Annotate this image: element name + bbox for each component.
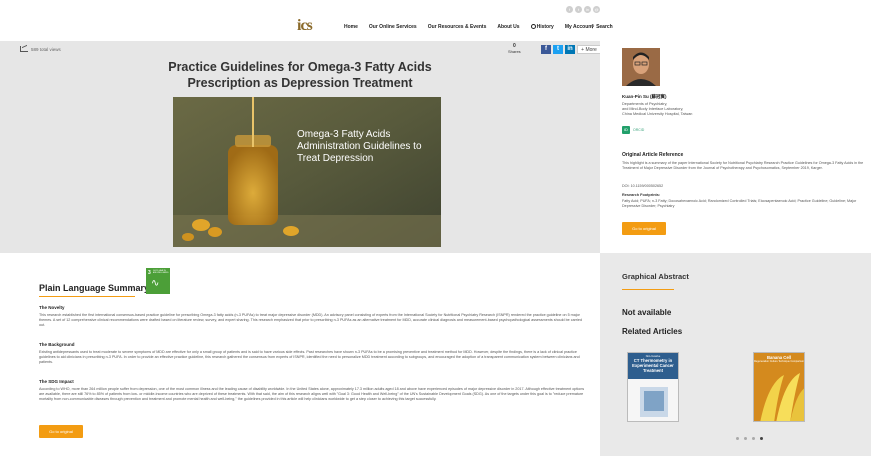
site-logo[interactable]: ics bbox=[297, 18, 331, 38]
nav-online-services[interactable]: Our Online Services bbox=[369, 24, 417, 30]
search-label: Search bbox=[596, 24, 613, 30]
title-underline bbox=[39, 296, 135, 297]
go-to-original-button-bottom[interactable]: Go to original bbox=[39, 425, 83, 438]
go-to-original-button[interactable]: Go to original bbox=[622, 222, 666, 235]
related-articles-title: Related Articles bbox=[622, 327, 683, 336]
carousel-dot[interactable] bbox=[752, 437, 755, 440]
novelty-heading: The Novelty bbox=[39, 305, 65, 310]
nav-about-us[interactable]: About Us bbox=[497, 24, 519, 30]
book-title-text: CT Thermometry in Experimental Cancer Tr… bbox=[632, 358, 674, 373]
share-count-label: Shares bbox=[508, 49, 521, 54]
chart-icon bbox=[20, 46, 28, 52]
carousel-dot[interactable] bbox=[736, 437, 739, 440]
research-footprints-list: Fatty Acid; PUFA; n-3 Fatty; Docosahexae… bbox=[622, 199, 857, 208]
related-article-card[interactable]: Banana Cell Regeneration Culture Techniq… bbox=[753, 352, 805, 422]
article-title-line2: Prescription as Depression Treatment bbox=[187, 76, 413, 90]
orcid-link[interactable]: iD ORCID bbox=[622, 126, 644, 134]
author-avatar bbox=[622, 48, 660, 86]
search-link[interactable]: ⚲ Search bbox=[591, 24, 613, 30]
linkedin-icon[interactable]: in bbox=[584, 6, 591, 13]
sdg-impact-heading: The SDG Impact bbox=[39, 379, 74, 384]
affiliation-line: China Medical University Hospital, Taiwa… bbox=[622, 112, 693, 116]
article-title: Practice Guidelines for Omega-3 Fatty Ac… bbox=[0, 59, 600, 91]
sdg-number: 3 bbox=[148, 270, 151, 276]
author-sidebar: Kuan-Pin Su (蘇冠賓) Departments of Psychia… bbox=[600, 41, 871, 253]
twitter-icon[interactable]: t bbox=[575, 6, 582, 13]
share-buttons: f t in + More bbox=[541, 45, 601, 54]
nav-history[interactable]: History bbox=[530, 24, 554, 30]
book-title: Banana Cell Regeneration Culture Techniq… bbox=[754, 355, 804, 363]
heartbeat-icon: ∿ bbox=[151, 278, 160, 289]
nav-resources-events[interactable]: Our Resources & Events bbox=[428, 24, 487, 30]
related-article-card[interactable]: Non-Invasive CT Thermometry in Experimen… bbox=[627, 352, 679, 422]
doi: DOI: 10.1159/000502652 bbox=[622, 184, 664, 188]
main-nav: Home Our Online Services Our Resources &… bbox=[344, 24, 604, 30]
research-footprints-title: Research Footprints: bbox=[622, 193, 661, 197]
site-header: ics Home Our Online Services Our Resourc… bbox=[0, 14, 871, 40]
carousel-dots bbox=[736, 437, 763, 440]
history-icon bbox=[530, 24, 536, 29]
email-icon[interactable]: @ bbox=[593, 6, 600, 13]
graphical-abstract-title: Graphical Abstract bbox=[622, 272, 689, 281]
author-affiliation: Departments of Psychiatry, and Mind-Body… bbox=[622, 102, 822, 117]
orcid-label: ORCID bbox=[633, 128, 645, 132]
original-reference-text: This highlight is a summary of the paper… bbox=[622, 161, 864, 170]
nav-history-label: History bbox=[536, 24, 554, 30]
background-heading: The Background bbox=[39, 342, 75, 347]
book-cover bbox=[754, 353, 804, 421]
graphical-abstract-value: Not available bbox=[622, 308, 672, 317]
title-underline bbox=[622, 289, 674, 290]
carousel-dot-active[interactable] bbox=[760, 437, 763, 440]
author-photo bbox=[622, 48, 660, 86]
share-linkedin-button[interactable]: in bbox=[565, 45, 575, 54]
orcid-icon: iD bbox=[622, 126, 630, 134]
omega3-photo bbox=[173, 97, 441, 247]
book-subtitle: Regeneration Culture Technique Compariso… bbox=[754, 360, 804, 363]
sdg-impact-text: According to WHO, more than 264 million … bbox=[39, 387, 585, 402]
share-twitter-button[interactable]: t bbox=[553, 45, 563, 54]
article-hero: 589 total views 0 Shares f t in + More P… bbox=[0, 41, 601, 253]
hero-image-caption: Omega-3 Fatty Acids Administration Guide… bbox=[297, 129, 422, 164]
share-more-button[interactable]: + More bbox=[577, 45, 601, 54]
article-title-line1: Practice Guidelines for Omega-3 Fatty Ac… bbox=[168, 60, 432, 74]
background-text: Existing antidepressants used to treat m… bbox=[39, 350, 580, 365]
nav-my-account[interactable]: My Account bbox=[565, 24, 593, 30]
view-count-label: 589 total views bbox=[31, 46, 61, 52]
original-reference-title: Original Article Reference bbox=[622, 152, 684, 158]
nav-home[interactable]: Home bbox=[344, 24, 358, 30]
facebook-icon[interactable]: f bbox=[566, 6, 573, 13]
logo-text: ics bbox=[297, 17, 313, 34]
plain-language-summary-title: Plain Language Summary bbox=[39, 283, 150, 293]
sdg-text: GOOD HEALTH AND WELL-BEING bbox=[153, 270, 169, 274]
sdg-badge: 3 GOOD HEALTH AND WELL-BEING ∿ bbox=[146, 268, 170, 294]
carousel-dot[interactable] bbox=[744, 437, 747, 440]
novelty-text: This research established the first inte… bbox=[39, 313, 583, 328]
social-links: f t in @ bbox=[566, 6, 600, 13]
view-count: 589 total views bbox=[20, 46, 61, 52]
hero-image: Omega-3 Fatty Acids Administration Guide… bbox=[173, 97, 441, 247]
share-count: 0 Shares bbox=[508, 44, 521, 55]
book-title: Non-Invasive CT Thermometry in Experimen… bbox=[628, 355, 678, 373]
related-sidebar: Graphical Abstract Not available Related… bbox=[600, 253, 871, 456]
share-facebook-button[interactable]: f bbox=[541, 45, 551, 54]
author-name: Kuan-Pin Su (蘇冠賓) bbox=[622, 94, 667, 99]
